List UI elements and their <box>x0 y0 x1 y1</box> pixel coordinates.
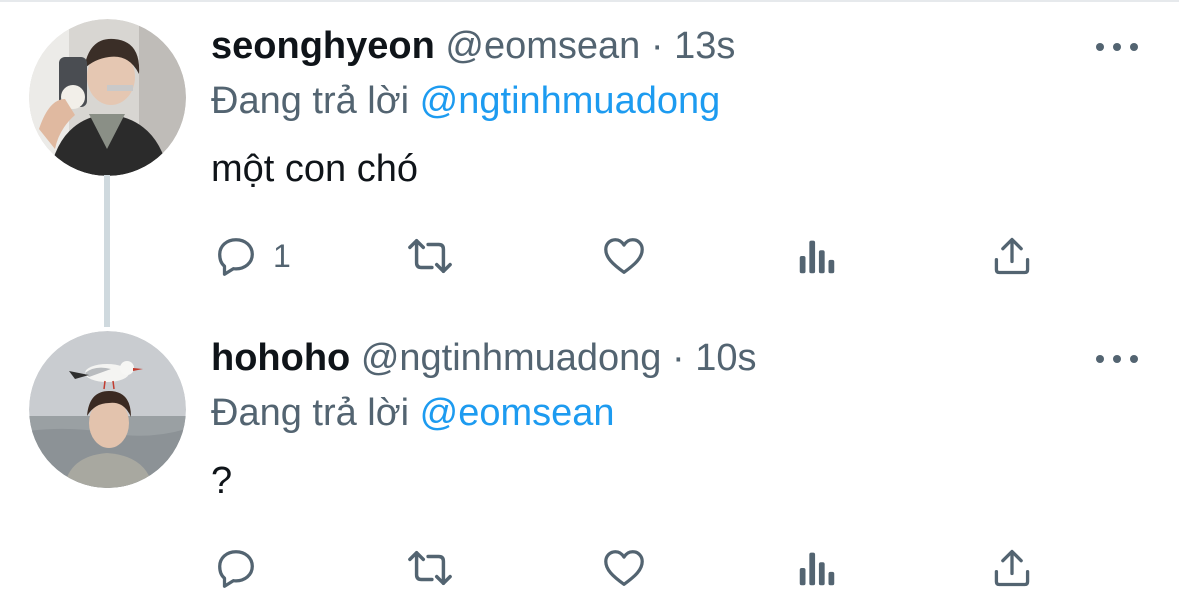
views-button[interactable] <box>797 538 837 598</box>
more-icon[interactable] <box>1096 39 1138 55</box>
replying-to: Đang trả lời @ngtinhmuadong <box>211 79 720 123</box>
separator-dot: · <box>671 337 685 379</box>
reply-icon <box>218 550 254 588</box>
retweet-icon <box>408 238 452 274</box>
more-icon[interactable] <box>1096 351 1138 367</box>
action-bar <box>0 538 1179 598</box>
replying-to: Đang trả lời @eomsean <box>211 391 615 435</box>
tweet-header: seonghyeon @eomsean · 13s <box>211 24 735 68</box>
retweet-button[interactable] <box>404 226 456 286</box>
action-bar: 1 <box>0 226 1179 286</box>
share-icon <box>994 237 1030 275</box>
views-button[interactable] <box>797 226 837 286</box>
replying-to-label: Đang trả lời <box>211 392 410 434</box>
tweet-text: một con chó <box>211 148 418 190</box>
reply-button[interactable]: 1 <box>213 226 291 286</box>
replying-to-label: Đang trả lời <box>211 80 410 122</box>
share-button[interactable] <box>990 538 1034 598</box>
reply-button[interactable] <box>213 538 273 598</box>
timestamp[interactable]: 10s <box>695 337 756 379</box>
mention-link[interactable]: @eomsean <box>420 392 615 434</box>
user-handle[interactable]: @eomsean <box>445 25 640 67</box>
avatar[interactable] <box>29 331 186 488</box>
like-button[interactable] <box>600 538 648 598</box>
mention-link[interactable]: @ngtinhmuadong <box>420 80 721 122</box>
display-name[interactable]: seonghyeon <box>211 25 435 67</box>
reply-count: 1 <box>273 237 291 274</box>
display-name[interactable]: hohoho <box>211 337 350 379</box>
share-button[interactable] <box>990 226 1034 286</box>
timestamp[interactable]: 13s <box>674 25 735 67</box>
retweet-button[interactable] <box>404 538 456 598</box>
reply-icon <box>218 238 254 276</box>
tweet[interactable]: hohoho @ngtinhmuadong · 10s Đang trả lời… <box>0 320 1179 614</box>
tweet[interactable]: seonghyeon @eomsean · 13s Đang trả lời @… <box>0 0 1179 327</box>
share-icon <box>994 549 1030 587</box>
views-icon <box>799 552 835 586</box>
avatar[interactable] <box>29 19 186 176</box>
tweet-header: hohoho @ngtinhmuadong · 10s <box>211 336 756 380</box>
like-icon <box>604 238 644 274</box>
user-handle[interactable]: @ngtinhmuadong <box>361 337 662 379</box>
like-icon <box>604 550 644 586</box>
tweet-text: ? <box>211 460 233 502</box>
like-button[interactable] <box>600 226 648 286</box>
views-icon <box>799 240 835 274</box>
retweet-icon <box>408 550 452 586</box>
separator-dot: · <box>650 25 664 67</box>
